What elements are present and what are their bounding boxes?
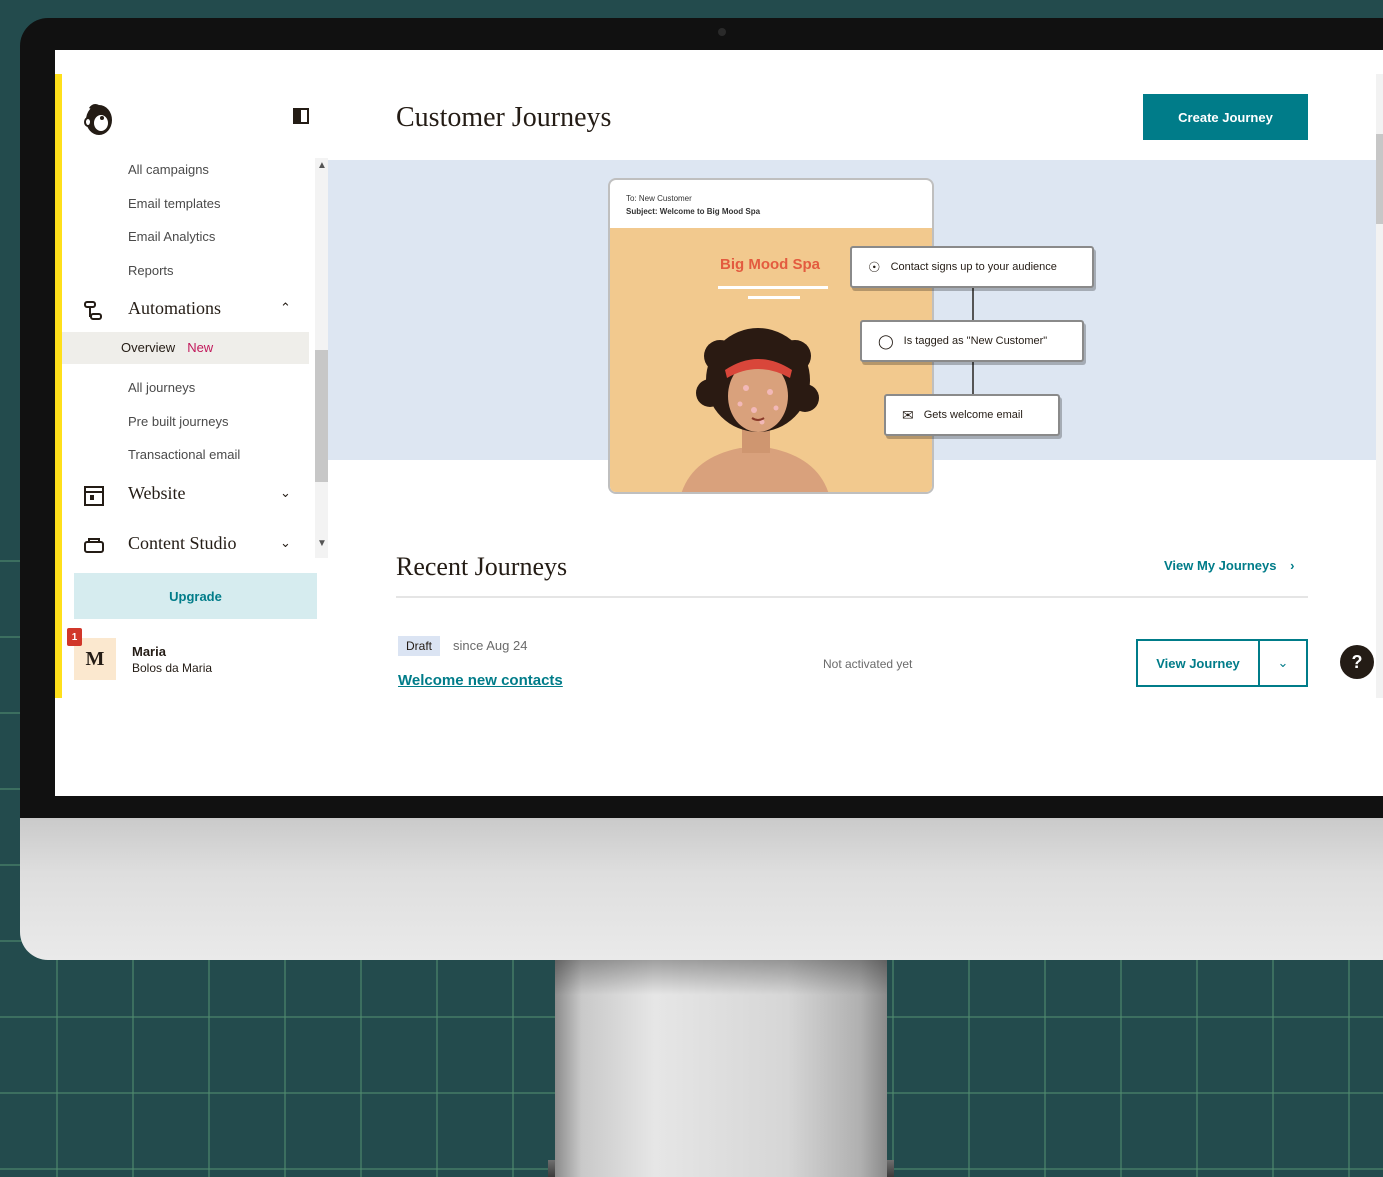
- flow-step-label: Gets welcome email: [923, 409, 1023, 421]
- sidebar-item-automations[interactable]: Automations: [128, 298, 221, 319]
- flow-step-label: Contact signs up to your audience: [890, 261, 1057, 273]
- sidebar-nav: All campaigns Email templates Email Anal…: [62, 158, 328, 570]
- signup-icon: ☉: [868, 258, 881, 275]
- section-title: Recent Journeys: [396, 552, 568, 581]
- upgrade-button[interactable]: Upgrade: [74, 573, 317, 619]
- status-badge: Draft: [398, 636, 441, 656]
- sidebar-item-overview[interactable]: Overview: [121, 340, 175, 355]
- view-my-journeys-label[interactable]: View My Journeys: [1164, 558, 1276, 573]
- account-menu[interactable]: M 1 Maria Bolos da Maria: [62, 628, 328, 692]
- website-icon: [84, 486, 104, 506]
- chevron-down-icon[interactable]: ⌄: [280, 535, 291, 551]
- chevron-right-icon[interactable]: ›: [1290, 558, 1294, 573]
- brand-accent-bar: [55, 74, 62, 698]
- sidebar-item-email-templates[interactable]: Email templates: [128, 196, 220, 211]
- flow-step-label: Is tagged as "New Customer": [903, 335, 1048, 347]
- main-scrollbar-thumb[interactable]: [1376, 134, 1383, 224]
- camera-icon: [718, 28, 726, 36]
- sidebar: All campaigns Email templates Email Anal…: [62, 74, 329, 698]
- mailchimp-logo-icon[interactable]: [80, 100, 118, 138]
- decorative-line: [748, 296, 800, 299]
- user-name: Maria: [132, 644, 166, 659]
- monitor-chin: [20, 815, 1383, 960]
- email-subject: Subject: Welcome to Big Mood Spa: [626, 207, 761, 216]
- sidebar-item-all-journeys[interactable]: All journeys: [128, 380, 195, 395]
- envelope-icon: ✉: [902, 406, 914, 423]
- chevron-up-icon[interactable]: ⌃: [280, 300, 291, 316]
- scroll-up-arrow-icon[interactable]: ▲: [317, 160, 327, 171]
- email-header: To: New Customer Subject: Welcome to Big…: [626, 192, 760, 218]
- flow-step-signup: ☉ Contact signs up to your audience: [850, 246, 1094, 288]
- view-journey-dropdown[interactable]: ⌄: [1258, 639, 1308, 687]
- hero-banner: To: New Customer Subject: Welcome to Big…: [328, 160, 1376, 494]
- sidebar-item-transactional-email[interactable]: Transactional email: [128, 447, 240, 462]
- chevron-down-icon[interactable]: ⌄: [280, 485, 291, 501]
- monitor-stand-shadow: [555, 955, 887, 995]
- scroll-down-arrow-icon[interactable]: ▼: [317, 538, 327, 549]
- page-title: Customer Journeys: [396, 102, 612, 133]
- new-badge: New: [187, 340, 214, 355]
- journey-name-link[interactable]: Welcome new contacts: [398, 672, 563, 689]
- mailchimp-app: All campaigns Email templates Email Anal…: [55, 74, 1383, 698]
- spa-brand-name: Big Mood Spa: [720, 256, 820, 273]
- sidebar-item-prebuilt-journeys[interactable]: Pre built journeys: [128, 414, 228, 429]
- sidebar-item-content-studio[interactable]: Content Studio: [128, 533, 237, 554]
- user-organization: Bolos da Maria: [132, 661, 213, 675]
- spa-customer-photo: [681, 328, 829, 492]
- sidebar-item-reports[interactable]: Reports: [128, 263, 174, 278]
- create-journey-button[interactable]: Create Journey: [1143, 94, 1308, 140]
- notification-badge[interactable]: 1: [67, 628, 82, 646]
- sidebar-item-overview-row[interactable]: Overview New: [62, 332, 309, 364]
- sidebar-item-email-analytics[interactable]: Email Analytics: [128, 229, 215, 244]
- chevron-down-icon[interactable]: ⌄: [1278, 655, 1289, 671]
- email-to: To: New Customer: [626, 194, 692, 203]
- sidebar-scrollbar-thumb[interactable]: [315, 350, 329, 482]
- decorative-line: [718, 286, 828, 289]
- help-button[interactable]: ?: [1340, 645, 1374, 679]
- divider: [396, 596, 1308, 598]
- main-content: Customer Journeys Create Journey To: New…: [328, 74, 1383, 698]
- monitor-screen: All campaigns Email templates Email Anal…: [55, 50, 1383, 796]
- content-studio-icon: [84, 538, 104, 553]
- sidebar-item-website[interactable]: Website: [128, 483, 186, 504]
- flow-step-tagged: ◯ Is tagged as "New Customer": [860, 320, 1084, 362]
- flow-step-email: ✉ Gets welcome email: [884, 394, 1060, 436]
- collapse-sidebar-icon[interactable]: [293, 108, 309, 124]
- journey-status: Not activated yet: [823, 657, 913, 671]
- journey-date: since Aug 24: [453, 638, 528, 653]
- sidebar-item-all-campaigns[interactable]: All campaigns: [128, 162, 209, 177]
- automations-icon: [84, 301, 102, 320]
- view-journey-button[interactable]: View Journey: [1136, 639, 1258, 687]
- tag-icon: ◯: [878, 332, 894, 349]
- view-my-journeys-link[interactable]: View My Journeys ›: [1164, 558, 1294, 573]
